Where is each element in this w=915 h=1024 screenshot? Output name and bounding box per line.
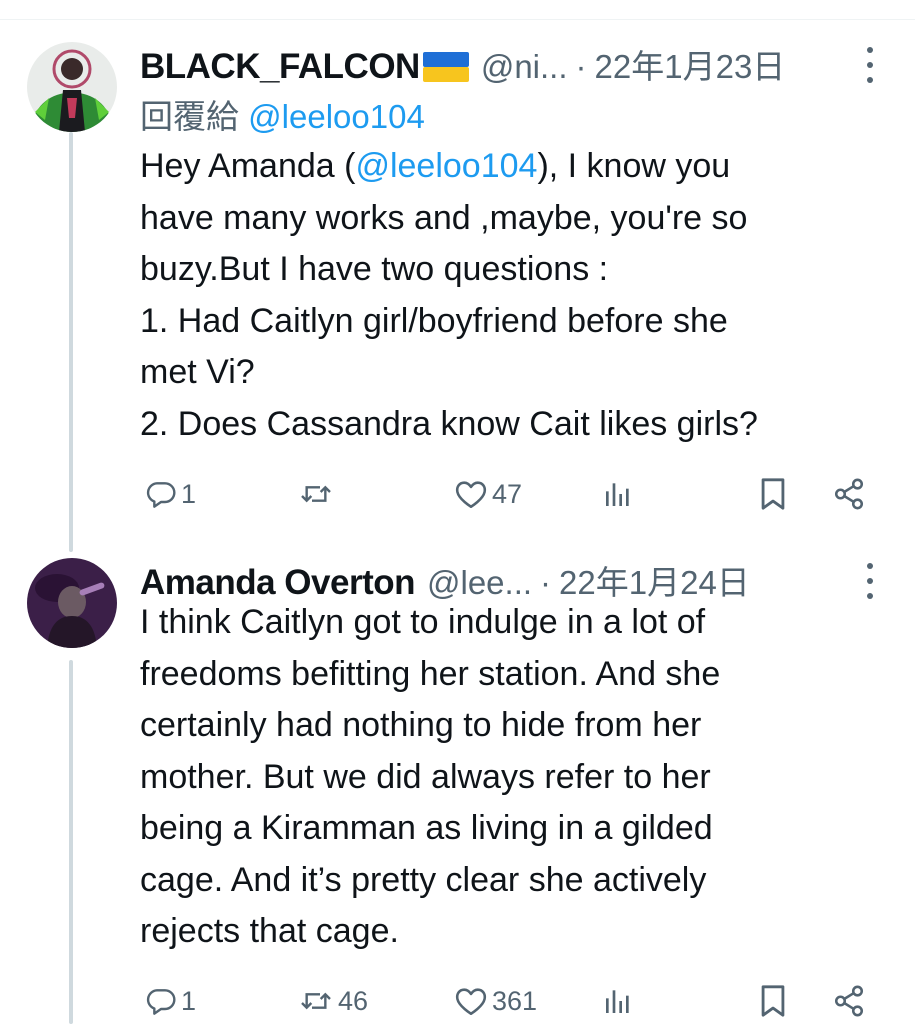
text-line: 1. Had Caitlyn girl/boyfriend before she — [140, 301, 728, 340]
replying-prefix: 回覆給 — [140, 98, 239, 135]
top-divider — [0, 19, 915, 20]
reply-count: 1 — [181, 478, 197, 509]
reply-icon — [146, 989, 176, 1015]
text-line: certainly had nothing to hide from her — [140, 706, 702, 744]
avatar-amanda-overton[interactable] — [27, 558, 117, 648]
tweet-header: BLACK_FALCON @ni... · 22年1月23日 — [140, 40, 860, 88]
text-line: Hey Amanda (@leeloo104), I know you — [140, 147, 731, 185]
reply-count: 1 — [181, 985, 197, 1016]
text-line: cage. And it’s pretty clear she actively — [140, 860, 707, 899]
share-button[interactable] — [832, 981, 866, 1021]
bookmark-icon — [761, 985, 785, 1017]
like-button[interactable]: 361 — [454, 981, 537, 1021]
reply-button[interactable]: 1 — [145, 981, 196, 1021]
retweet-button[interactable] — [298, 474, 338, 514]
action-bar: 1 46 361 — [140, 981, 880, 1021]
heart-icon — [455, 988, 487, 1016]
bookmark-button[interactable] — [758, 981, 788, 1021]
analytics-icon — [606, 990, 629, 1013]
thread-line-1 — [69, 132, 73, 552]
like-count: 361 — [492, 985, 538, 1016]
thread-line-2 — [69, 660, 73, 1024]
handle[interactable]: @ni... — [481, 48, 568, 86]
retweet-count: 46 — [338, 985, 369, 1016]
more-options-icon[interactable] — [862, 563, 878, 599]
ukraine-flag-icon — [422, 52, 469, 82]
action-bar: 1 47 — [140, 474, 880, 514]
retweet-icon — [301, 485, 331, 503]
share-icon — [834, 985, 864, 1017]
text-line: freedoms befitting her station. And she — [140, 654, 721, 693]
reply-button[interactable]: 1 — [145, 474, 196, 514]
tweet-text: I think Caitlyn got to indulge in a lot … — [140, 597, 880, 958]
separator-dot: · — [575, 48, 587, 85]
like-count: 47 — [492, 478, 523, 509]
timestamp[interactable]: 22年1月23日 — [595, 40, 786, 88]
display-name[interactable]: BLACK_FALCON — [140, 47, 420, 87]
replying-mention-link[interactable]: @leeloo104 — [248, 98, 425, 135]
replying-to: 回覆給 @leeloo104 — [140, 90, 425, 138]
text-line: rejects that cage. — [140, 912, 399, 950]
text-line: being a Kiramman as living in a gilded — [140, 809, 713, 847]
mention-link[interactable]: @leeloo104 — [355, 147, 537, 185]
text-line: 2. Does Cassandra know Cait likes girls? — [140, 404, 758, 443]
text-line: have many works and ,maybe, you're so — [140, 198, 748, 237]
text-line: met Vi? — [140, 353, 255, 391]
share-button[interactable] — [832, 474, 866, 514]
retweet-button[interactable]: 46 — [298, 981, 368, 1021]
bookmark-icon — [761, 478, 785, 510]
heart-icon — [455, 481, 487, 509]
share-icon — [834, 478, 864, 510]
views-button[interactable] — [602, 981, 634, 1021]
tweet-text: Hey Amanda (@leeloo104), I know you have… — [140, 141, 880, 450]
reply-icon — [146, 482, 176, 508]
views-button[interactable] — [602, 474, 634, 514]
retweet-icon — [301, 992, 331, 1010]
bookmark-button[interactable] — [758, 474, 788, 514]
like-button[interactable]: 47 — [454, 474, 522, 514]
avatar-black-falcon[interactable] — [27, 42, 117, 132]
more-options-icon[interactable] — [862, 47, 878, 83]
analytics-icon — [606, 483, 629, 506]
text-line: mother. But we did always refer to her — [140, 757, 711, 796]
text-line: I think Caitlyn got to indulge in a lot … — [140, 603, 706, 641]
text-line: buzy.But I have two questions : — [140, 250, 609, 288]
